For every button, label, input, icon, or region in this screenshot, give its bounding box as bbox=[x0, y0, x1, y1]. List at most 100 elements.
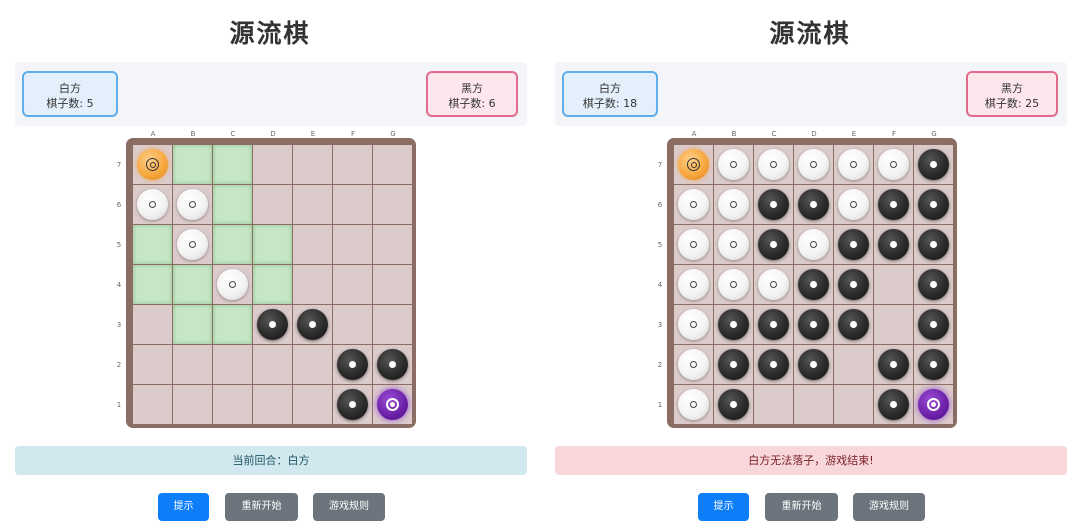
board-cell-E1[interactable] bbox=[834, 385, 873, 424]
board-cell-B2[interactable] bbox=[173, 345, 212, 384]
board-cell-C4[interactable] bbox=[754, 265, 793, 304]
board-cell-E5[interactable] bbox=[834, 225, 873, 264]
board-cell-G1[interactable] bbox=[373, 385, 412, 424]
black-piece[interactable] bbox=[918, 189, 949, 220]
white-piece[interactable] bbox=[217, 269, 248, 300]
board-cell-A1[interactable] bbox=[133, 385, 172, 424]
board-cell-C4[interactable] bbox=[213, 265, 252, 304]
board-cell-B5[interactable] bbox=[714, 225, 753, 264]
board-cell-G3[interactable] bbox=[914, 305, 953, 344]
board-cell-E2[interactable] bbox=[834, 345, 873, 384]
board-cell-C5[interactable] bbox=[213, 225, 252, 264]
white-piece[interactable] bbox=[798, 149, 829, 180]
board-cell-E6[interactable] bbox=[834, 185, 873, 224]
black-piece[interactable] bbox=[918, 149, 949, 180]
board-cell-D2[interactable] bbox=[253, 345, 292, 384]
black-piece[interactable] bbox=[838, 229, 869, 260]
board-cell-D4[interactable] bbox=[794, 265, 833, 304]
white-piece[interactable] bbox=[678, 389, 709, 420]
board-cell-D5[interactable] bbox=[794, 225, 833, 264]
board-cell-F2[interactable] bbox=[874, 345, 913, 384]
board-cell-F4[interactable] bbox=[333, 265, 372, 304]
board-cell-G6[interactable] bbox=[914, 185, 953, 224]
board-cell-E5[interactable] bbox=[293, 225, 332, 264]
board-cell-B3[interactable] bbox=[173, 305, 212, 344]
white-piece[interactable] bbox=[678, 309, 709, 340]
white-piece[interactable] bbox=[177, 189, 208, 220]
board-cell-C5[interactable] bbox=[754, 225, 793, 264]
board-cell-E4[interactable] bbox=[834, 265, 873, 304]
board-cell-B7[interactable] bbox=[173, 145, 212, 184]
black-piece[interactable] bbox=[798, 309, 829, 340]
black-piece[interactable] bbox=[878, 389, 909, 420]
board-cell-F2[interactable] bbox=[333, 345, 372, 384]
board-cell-A3[interactable] bbox=[133, 305, 172, 344]
board-cell-F4[interactable] bbox=[874, 265, 913, 304]
board-cell-G1[interactable] bbox=[914, 385, 953, 424]
white-piece[interactable] bbox=[758, 149, 789, 180]
white-piece[interactable] bbox=[718, 149, 749, 180]
white-piece[interactable] bbox=[838, 189, 869, 220]
white-piece[interactable] bbox=[678, 349, 709, 380]
board-cell-F5[interactable] bbox=[333, 225, 372, 264]
board-cell-F1[interactable] bbox=[333, 385, 372, 424]
board-cell-B6[interactable] bbox=[714, 185, 753, 224]
black-piece[interactable] bbox=[918, 309, 949, 340]
black-piece[interactable] bbox=[718, 349, 749, 380]
board-cell-G7[interactable] bbox=[914, 145, 953, 184]
board-cell-B3[interactable] bbox=[714, 305, 753, 344]
board-cell-B4[interactable] bbox=[714, 265, 753, 304]
black-piece[interactable] bbox=[838, 269, 869, 300]
board-cell-C2[interactable] bbox=[213, 345, 252, 384]
board-cell-B1[interactable] bbox=[173, 385, 212, 424]
board-cell-A2[interactable] bbox=[133, 345, 172, 384]
board-cell-D7[interactable] bbox=[253, 145, 292, 184]
hint-button[interactable]: 提示 bbox=[158, 493, 209, 521]
board-cell-D4[interactable] bbox=[253, 265, 292, 304]
board-cell-G6[interactable] bbox=[373, 185, 412, 224]
board-cell-G7[interactable] bbox=[373, 145, 412, 184]
board-cell-F5[interactable] bbox=[874, 225, 913, 264]
board-cell-E4[interactable] bbox=[293, 265, 332, 304]
board-cell-D1[interactable] bbox=[794, 385, 833, 424]
board-cell-C6[interactable] bbox=[213, 185, 252, 224]
board-cell-F7[interactable] bbox=[333, 145, 372, 184]
board-cell-A3[interactable] bbox=[674, 305, 713, 344]
black-piece[interactable] bbox=[918, 349, 949, 380]
board-cell-D3[interactable] bbox=[253, 305, 292, 344]
black-piece[interactable] bbox=[718, 389, 749, 420]
board-cell-F6[interactable] bbox=[333, 185, 372, 224]
board-cell-G5[interactable] bbox=[914, 225, 953, 264]
board-cell-D1[interactable] bbox=[253, 385, 292, 424]
board-cell-A5[interactable] bbox=[674, 225, 713, 264]
white-piece[interactable] bbox=[718, 229, 749, 260]
board-cell-E3[interactable] bbox=[834, 305, 873, 344]
board-cell-C1[interactable] bbox=[213, 385, 252, 424]
board-cell-C2[interactable] bbox=[754, 345, 793, 384]
black-piece[interactable] bbox=[337, 349, 368, 380]
board-cell-C3[interactable] bbox=[213, 305, 252, 344]
black-piece[interactable] bbox=[798, 349, 829, 380]
board-cell-C1[interactable] bbox=[754, 385, 793, 424]
black-piece[interactable] bbox=[758, 349, 789, 380]
black-piece[interactable] bbox=[257, 309, 288, 340]
board-cell-B7[interactable] bbox=[714, 145, 753, 184]
board-cell-A6[interactable] bbox=[133, 185, 172, 224]
board-cell-A4[interactable] bbox=[674, 265, 713, 304]
board-cell-D6[interactable] bbox=[253, 185, 292, 224]
board-cell-G4[interactable] bbox=[914, 265, 953, 304]
black-piece[interactable] bbox=[297, 309, 328, 340]
restart-button[interactable]: 重新开始 bbox=[765, 493, 838, 521]
black-piece[interactable] bbox=[758, 309, 789, 340]
board-cell-G2[interactable] bbox=[914, 345, 953, 384]
board-cell-G2[interactable] bbox=[373, 345, 412, 384]
white-piece[interactable] bbox=[718, 189, 749, 220]
board-cell-B2[interactable] bbox=[714, 345, 753, 384]
target-piece[interactable] bbox=[377, 389, 408, 420]
board-cell-B1[interactable] bbox=[714, 385, 753, 424]
board-cell-D6[interactable] bbox=[794, 185, 833, 224]
black-piece[interactable] bbox=[758, 189, 789, 220]
white-piece[interactable] bbox=[137, 189, 168, 220]
white-piece[interactable] bbox=[718, 269, 749, 300]
board-cell-B6[interactable] bbox=[173, 185, 212, 224]
